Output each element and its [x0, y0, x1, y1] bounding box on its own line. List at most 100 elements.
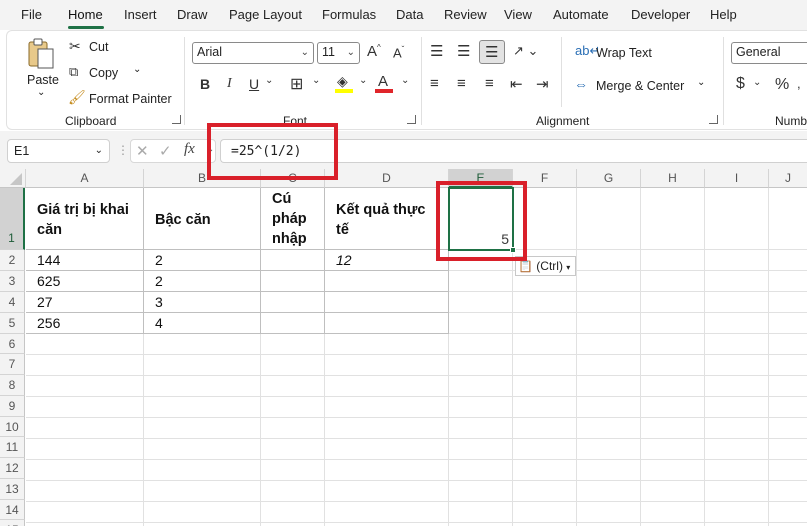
tab-draw[interactable]: Draw [177, 7, 207, 22]
cell-b4[interactable]: 3 [144, 292, 261, 313]
cell-b5[interactable]: 4 [144, 313, 261, 334]
tab-home[interactable]: Home [68, 7, 103, 22]
cell-c5[interactable] [261, 313, 325, 334]
fill-dropdown-chevron-icon[interactable]: ⌄ [359, 75, 367, 86]
font-name-select[interactable]: Arial ⌄ [192, 42, 314, 64]
font-size-select[interactable]: 11 ⌄ [317, 42, 360, 64]
align-center-icon[interactable]: ≡ [457, 75, 466, 92]
copy-icon[interactable]: ⧉ [69, 64, 78, 80]
align-right-icon[interactable]: ≡ [485, 75, 494, 92]
row-header-4[interactable]: 4 [0, 292, 25, 313]
align-middle-icon[interactable]: ☰ [457, 42, 470, 60]
row-header-5[interactable]: 5 [0, 313, 25, 334]
align-top-icon[interactable]: ☰ [430, 42, 443, 60]
copy-button[interactable]: Copy [89, 66, 118, 80]
underline-button[interactable]: U [249, 76, 259, 92]
cell-a1[interactable]: Giá trị bị khai căn [26, 188, 144, 250]
currency-dropdown-chevron-icon[interactable]: ⌄ [753, 77, 761, 88]
row-header-11[interactable]: 11 [0, 437, 25, 458]
clipboard-launcher-icon[interactable] [172, 115, 181, 124]
cell-a3[interactable]: 625 [26, 271, 144, 292]
borders-icon[interactable]: ⊞ [290, 74, 303, 94]
row-header-3[interactable]: 3 [0, 271, 25, 292]
insert-function-icon[interactable]: fx [184, 141, 195, 158]
tab-view[interactable]: View [504, 7, 532, 22]
row-header-12[interactable]: 12 [0, 458, 25, 479]
row-header-15[interactable]: 15 [0, 520, 25, 526]
number-format-select[interactable]: General [731, 42, 807, 64]
column-header-i[interactable]: I [705, 169, 769, 188]
select-all-corner[interactable] [0, 169, 26, 188]
scissors-icon[interactable]: ✂ [69, 38, 81, 55]
row-header-9[interactable]: 9 [0, 396, 25, 417]
cell-a5[interactable]: 256 [26, 313, 144, 334]
format-painter-icon[interactable]: 🖌 [68, 89, 86, 106]
increase-font-size-icon[interactable]: A^ [367, 43, 381, 60]
row-header-8[interactable]: 8 [0, 375, 25, 396]
cell-d3[interactable] [325, 271, 449, 292]
cell-b2[interactable]: 2 [144, 250, 261, 271]
more-options-icon[interactable]: ⋮ [117, 143, 129, 157]
align-left-icon[interactable]: ≡ [430, 75, 439, 92]
currency-button[interactable]: $ [736, 75, 745, 93]
merge-center-icon[interactable]: ⇔ [574, 76, 588, 92]
fill-color-icon[interactable]: ◈ [337, 73, 348, 90]
column-header-a[interactable]: A [26, 169, 144, 188]
cell-a4[interactable]: 27 [26, 292, 144, 313]
row-header-1[interactable]: 1 [0, 188, 25, 250]
decrease-font-size-icon[interactable]: Aˇ [393, 45, 404, 60]
increase-indent-icon[interactable]: ⇥ [536, 75, 549, 93]
row-header-10[interactable]: 10 [0, 417, 25, 437]
paste-icon[interactable] [26, 37, 56, 71]
merge-dropdown-chevron-icon[interactable]: ⌄ [697, 77, 705, 88]
cell-d1[interactable]: Kết quả thực tế [325, 188, 449, 250]
row-header-6[interactable]: 6 [0, 334, 25, 354]
cell-c2[interactable] [261, 250, 325, 271]
row-header-2[interactable]: 2 [0, 250, 25, 271]
row-header-13[interactable]: 13 [0, 479, 25, 500]
column-header-j[interactable]: J [769, 169, 807, 188]
tab-help[interactable]: Help [710, 7, 737, 22]
bold-button[interactable]: B [200, 76, 210, 92]
enter-check-icon[interactable]: ✓ [159, 142, 172, 160]
tab-page-layout[interactable]: Page Layout [229, 7, 302, 22]
merge-center-button[interactable]: Merge & Center [596, 79, 684, 93]
font-color-dropdown-chevron-icon[interactable]: ⌄ [401, 75, 409, 86]
tab-formulas[interactable]: Formulas [322, 7, 376, 22]
font-launcher-icon[interactable] [407, 115, 416, 124]
font-color-icon[interactable]: A [378, 73, 388, 90]
cell-b1[interactable]: Bậc căn [144, 188, 261, 250]
orientation-icon[interactable]: ↗ ⌄ [513, 43, 538, 59]
tab-review[interactable]: Review [444, 7, 487, 22]
tab-developer[interactable]: Developer [631, 7, 690, 22]
cell-d2[interactable]: 12 [325, 250, 449, 271]
column-header-d[interactable]: D [325, 169, 449, 188]
cut-button[interactable]: Cut [89, 40, 108, 54]
cell-a2[interactable]: 144 [26, 250, 144, 271]
cell-c3[interactable] [261, 271, 325, 292]
wrap-text-button[interactable]: Wrap Text [596, 46, 652, 60]
paste-button[interactable]: Paste [27, 73, 59, 87]
comma-style-icon[interactable]: , [797, 76, 801, 91]
name-box[interactable]: E1 ⌄ [7, 139, 110, 163]
tab-automate[interactable]: Automate [553, 7, 609, 22]
tab-file[interactable]: File [21, 7, 42, 22]
align-bottom-button[interactable]: ☰ [479, 40, 505, 64]
cell-c1[interactable]: Cú pháp nhập [261, 188, 325, 250]
tab-insert[interactable]: Insert [124, 7, 157, 22]
row-header-7[interactable]: 7 [0, 354, 25, 375]
underline-dropdown-chevron-icon[interactable]: ⌄ [265, 75, 273, 86]
format-painter-button[interactable]: Format Painter [89, 92, 172, 106]
cell-c4[interactable] [261, 292, 325, 313]
alignment-launcher-icon[interactable] [709, 115, 718, 124]
decrease-indent-icon[interactable]: ⇤ [510, 75, 523, 93]
cell-d5[interactable] [325, 313, 449, 334]
cancel-icon[interactable]: ✕ [136, 142, 149, 160]
row-header-14[interactable]: 14 [0, 500, 25, 520]
column-header-g[interactable]: G [577, 169, 641, 188]
borders-dropdown-chevron-icon[interactable]: ⌄ [312, 75, 320, 86]
paste-dropdown-chevron-icon[interactable]: ⌄ [37, 87, 45, 98]
cell-d4[interactable] [325, 292, 449, 313]
cell-b3[interactable]: 2 [144, 271, 261, 292]
column-header-h[interactable]: H [641, 169, 705, 188]
